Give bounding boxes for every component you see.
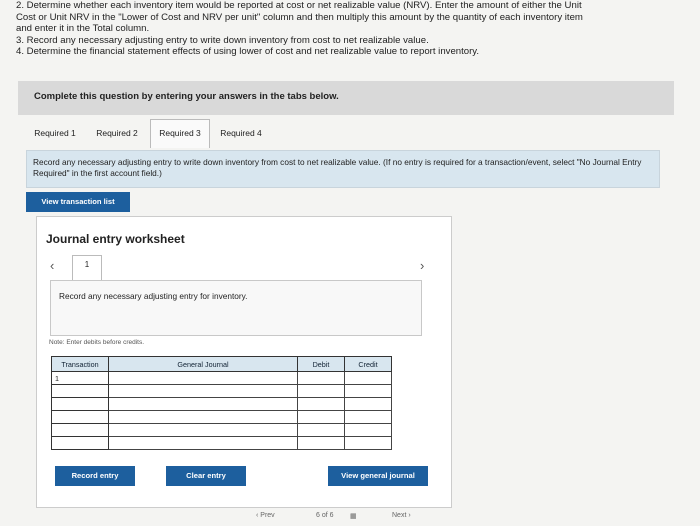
debit-field[interactable] [297, 410, 345, 424]
transaction-cell [51, 436, 109, 450]
question-prompt: Record any necessary adjusting entry to … [26, 150, 660, 188]
transaction-cell [51, 384, 109, 398]
question-grid-icon[interactable]: ▦ [350, 512, 357, 520]
account-field[interactable] [108, 397, 298, 411]
entry-description-box: Record any necessary adjusting entry for… [50, 280, 422, 336]
clear-entry-button[interactable]: Clear entry [166, 466, 246, 486]
table-row [51, 410, 392, 424]
column-header-debit: Debit [297, 356, 345, 372]
debit-credit-note: Note: Enter debits before credits. [49, 339, 145, 346]
debit-field[interactable] [297, 397, 345, 411]
account-field[interactable] [108, 423, 298, 437]
table-row [51, 397, 392, 411]
view-transaction-list-button[interactable]: View transaction list [26, 192, 130, 212]
entry-description: Record any necessary adjusting entry for… [59, 291, 248, 301]
credit-field[interactable] [344, 423, 392, 437]
prev-label: Prev [260, 512, 275, 519]
credit-field[interactable] [344, 410, 392, 424]
debit-field[interactable] [297, 371, 345, 385]
next-question-link[interactable]: Next › [392, 512, 411, 519]
column-header-credit: Credit [344, 356, 392, 372]
worksheet-page-tab[interactable]: 1 [72, 255, 102, 280]
journal-entry-table: Transaction General Journal Debit Credit… [51, 356, 392, 450]
column-header-transaction: Transaction [51, 356, 109, 372]
transaction-cell [51, 397, 109, 411]
tab-required-3[interactable]: Required 3 [150, 119, 210, 148]
instruction-line: 2. Determine whether each inventory item… [16, 0, 582, 11]
account-field[interactable] [108, 410, 298, 424]
credit-field[interactable] [344, 397, 392, 411]
table-header-row: Transaction General Journal Debit Credit [51, 356, 392, 372]
credit-field[interactable] [344, 384, 392, 398]
account-field[interactable] [108, 384, 298, 398]
account-field[interactable] [108, 436, 298, 450]
transaction-number: 1 [51, 371, 109, 385]
question-counter: 6 of 6 [316, 512, 334, 519]
instruction-line: 4. Determine the financial statement eff… [16, 46, 480, 58]
tab-required-4[interactable]: Required 4 [212, 120, 270, 146]
question-banner: Complete this question by entering your … [18, 81, 674, 115]
prompt-text: Record any necessary adjusting entry to … [33, 157, 642, 178]
tab-required-1[interactable]: Required 1 [26, 120, 84, 146]
next-label: Next [392, 512, 407, 519]
chevron-left-icon[interactable]: ‹ [50, 258, 54, 273]
table-row [51, 423, 392, 437]
debit-field[interactable] [297, 384, 345, 398]
tab-required-2[interactable]: Required 2 [88, 120, 146, 146]
account-field[interactable] [108, 371, 298, 385]
chevron-right-icon[interactable]: › [420, 258, 424, 273]
table-row [51, 436, 392, 450]
credit-field[interactable] [344, 371, 392, 385]
prev-question-link[interactable]: ‹ Prev [256, 512, 275, 519]
instruction-line: 3. Record any necessary adjusting entry … [16, 34, 429, 46]
credit-field[interactable] [344, 436, 392, 450]
record-entry-button[interactable]: Record entry [55, 466, 135, 486]
transaction-cell [51, 410, 109, 424]
debit-field[interactable] [297, 436, 345, 450]
worksheet-title: Journal entry worksheet [46, 232, 185, 246]
banner-text: Complete this question by entering your … [34, 91, 339, 102]
debit-field[interactable] [297, 423, 345, 437]
instruction-line: and enter it in the Total column. [16, 23, 150, 35]
table-row: 1 [51, 371, 392, 385]
instruction-line: Cost or Unit NRV in the "Lower of Cost a… [16, 11, 583, 23]
table-row [51, 384, 392, 398]
transaction-cell [51, 423, 109, 437]
instructions: 2. Determine whether each inventory item… [16, 0, 696, 58]
column-header-general-journal: General Journal [108, 356, 298, 372]
view-general-journal-button[interactable]: View general journal [328, 466, 428, 486]
